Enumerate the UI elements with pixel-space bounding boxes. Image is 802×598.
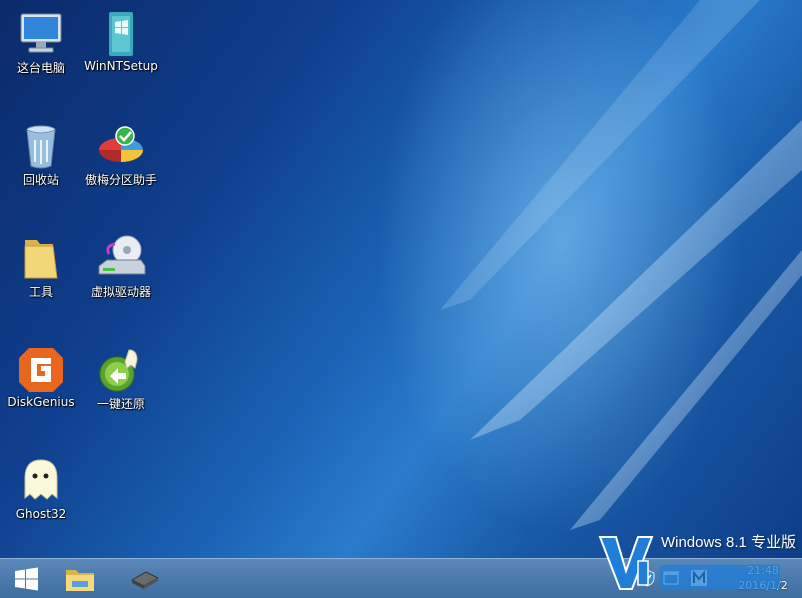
desktop-icon-label: 傲梅分区助手 <box>84 173 157 187</box>
start-icon <box>15 567 38 591</box>
tray-window-icon[interactable] <box>662 569 680 587</box>
file-explorer-button[interactable] <box>58 562 102 596</box>
recycle-bin-icon <box>26 125 56 169</box>
desktop-icon-label: 工具 <box>28 285 53 299</box>
ghost-icon <box>24 459 58 500</box>
desktop-icon-diskgenius[interactable]: DiskGenius <box>0 338 85 442</box>
desktop-icon-tools-folder[interactable]: 工具 <box>0 226 85 330</box>
desktop-icon-virtual-drive[interactable]: 虚拟驱动器 <box>77 226 165 330</box>
tray-m-icon[interactable] <box>690 569 708 587</box>
clock-date: 2016/1/2 <box>738 579 788 592</box>
computer-icon <box>20 13 62 53</box>
desktop-icon-ghost32[interactable]: Ghost32 <box>0 450 85 554</box>
desktop-icon-label: WinNTSetup <box>84 59 158 73</box>
diskgenius-icon <box>19 348 63 392</box>
desktop-icon-label: 虚拟驱动器 <box>90 285 151 299</box>
device-button[interactable] <box>122 562 166 596</box>
desktop-icon-partition-assistant[interactable]: 傲梅分区助手 <box>77 114 165 218</box>
device-chip-icon <box>130 571 160 589</box>
winntsetup-icon <box>109 12 133 56</box>
desktop-icon-recycle-bin[interactable]: 回收站 <box>0 114 85 218</box>
tray-shield-icon[interactable] <box>638 569 656 587</box>
desktop: 这台电脑 WinNTSetup 回收站 傲梅分区助手 工具 虚拟驱动器 Disk… <box>0 0 802 598</box>
taskbar-clock[interactable]: 21:48 2016/1/2 <box>732 563 794 593</box>
desktop-icon-this-pc[interactable]: 这台电脑 <box>0 2 85 106</box>
partition-assistant-icon <box>99 126 143 162</box>
desktop-icon-label: 一键还原 <box>96 397 145 411</box>
folder-icon <box>24 240 58 279</box>
clock-time: 21:48 <box>747 564 779 577</box>
desktop-icon-label: Ghost32 <box>15 507 67 521</box>
start-button[interactable] <box>4 562 48 596</box>
file-explorer-icon <box>66 570 94 591</box>
os-version-watermark: Windows 8.1 专业版 <box>660 534 796 551</box>
virtual-drive-icon <box>98 235 146 275</box>
desktop-icon-one-key-restore[interactable]: 一键还原 <box>77 338 165 442</box>
taskbar: 21:48 2016/1/2 <box>0 558 802 598</box>
one-key-restore-icon <box>99 349 138 392</box>
desktop-icon-label: DiskGenius <box>7 395 75 409</box>
desktop-icon-label: 回收站 <box>22 173 59 187</box>
desktop-icon-winntsetup[interactable]: WinNTSetup <box>77 2 165 106</box>
desktop-icon-label: 这台电脑 <box>16 61 65 75</box>
